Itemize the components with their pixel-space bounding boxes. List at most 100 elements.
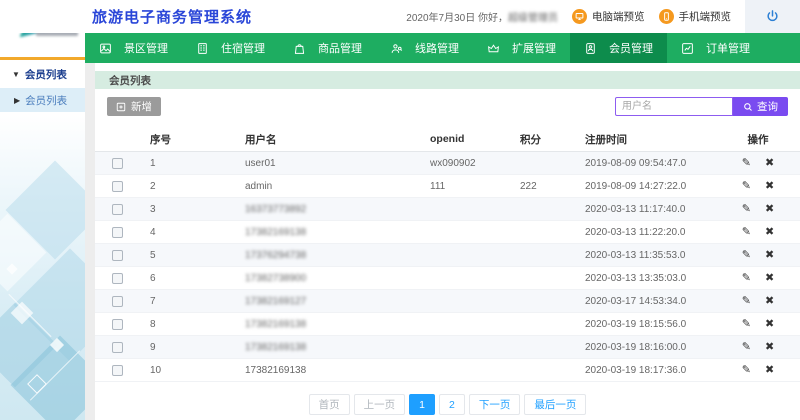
add-button-label: 新增 [131,99,152,114]
pagination: 首页 上一页 1 2 下一页 最后一页 [95,394,800,415]
header-right: 2020年7月30日 你好，超级管理员 电脑端预览 手机端预览 [406,0,800,33]
cell-ops: ✎✖ [730,250,800,261]
cell-no: 4 [140,227,235,238]
table-row: 4173821691382020-03-13 11:22:20.0✎✖ [95,221,800,244]
monitor-icon [572,9,587,24]
cell-username: admin [235,181,420,192]
row-checkbox[interactable] [112,296,123,307]
cell-openid: 111 [420,181,510,192]
cell-ops: ✎✖ [730,342,800,353]
nav-label: 景区管理 [124,40,168,56]
delete-icon[interactable]: ✖ [765,342,774,353]
layout-gap [85,63,95,420]
column-header-points: 积分 [510,132,575,147]
nav-item-lodging[interactable]: 住宿管理 [182,33,279,63]
mobile-preview-label: 手机端预览 [679,9,732,24]
add-button[interactable]: 新增 [107,97,161,116]
row-checkbox[interactable] [112,365,123,376]
logout-button[interactable] [745,0,800,33]
nav-item-extension[interactable]: 扩展管理 [473,33,570,63]
search-button-label: 查询 [757,99,778,114]
nav-item-route[interactable]: 线路管理 [376,33,473,63]
nav-label: 扩展管理 [512,40,556,56]
search-input[interactable] [615,97,733,116]
nav-item-order[interactable]: 订单管理 [667,33,764,63]
sidebar-group-member-list[interactable]: ▼ 会员列表 [0,62,85,86]
pagination-next[interactable]: 下一页 [469,394,521,415]
column-header-no: 序号 [140,132,235,147]
delete-icon[interactable]: ✖ [765,365,774,376]
edit-icon[interactable]: ✎ [742,342,751,353]
cell-no: 9 [140,342,235,353]
edit-icon[interactable]: ✎ [742,319,751,330]
cell-time: 2020-03-19 18:17:36.0 [575,365,730,376]
row-checkbox[interactable] [112,181,123,192]
cell-username: user01 [235,158,420,169]
edit-icon[interactable]: ✎ [742,181,751,192]
nav-item-scenic[interactable]: 景区管理 [85,33,182,63]
table-header: 序号 用户名 openid 积分 注册时间 操作 [95,127,800,152]
header: 旅游电子商务管理系统 2020年7月30日 你好，超级管理员 电脑端预览 手机端… [0,0,800,33]
phone-icon [659,9,674,24]
table-row: 2admin1112222019-08-09 14:27:22.0✎✖ [95,175,800,198]
cell-ops: ✎✖ [730,227,800,238]
delete-icon[interactable]: ✖ [765,181,774,192]
nav-item-member[interactable]: 会员管理 [570,33,667,63]
sidebar-top-line [0,57,85,60]
cell-ops: ✎✖ [730,296,800,307]
pagination-page-1[interactable]: 1 [409,394,435,415]
table-row: 9173821691382020-03-19 18:16:00.0✎✖ [95,336,800,359]
lodging-icon [196,42,209,55]
cell-time: 2020-03-19 18:15:56.0 [575,319,730,330]
edit-icon[interactable]: ✎ [742,273,751,284]
edit-icon[interactable]: ✎ [742,250,751,261]
member-icon [584,42,597,55]
delete-icon[interactable]: ✖ [765,227,774,238]
delete-icon[interactable]: ✖ [765,319,774,330]
pagination-last[interactable]: 最后一页 [524,394,586,415]
cell-username: 17382169138 [235,365,420,376]
row-checkbox[interactable] [112,204,123,215]
row-checkbox[interactable] [112,319,123,330]
row-checkbox[interactable] [112,227,123,238]
sidebar-item-member-list[interactable]: ▶ 会员列表 [0,88,85,112]
edit-icon[interactable]: ✎ [742,296,751,307]
pagination-prev[interactable]: 上一页 [354,394,406,415]
search-icon [743,102,753,112]
nav-item-goods[interactable]: 商品管理 [279,33,376,63]
edit-icon[interactable]: ✎ [742,158,751,169]
edit-icon[interactable]: ✎ [742,204,751,215]
toolbar: 新增 查询 [95,96,800,117]
cell-no: 2 [140,181,235,192]
cell-no: 1 [140,158,235,169]
route-icon [390,42,403,55]
nav-label: 线路管理 [415,40,459,56]
delete-icon[interactable]: ✖ [765,296,774,307]
row-checkbox[interactable] [112,158,123,169]
table-row: 10173821691382020-03-19 18:17:36.0✎✖ [95,359,800,382]
sidebar-decoration [0,115,85,420]
cell-username: 17376294738 [235,250,420,261]
delete-icon[interactable]: ✖ [765,204,774,215]
mobile-preview-button[interactable]: 手机端预览 [659,9,732,24]
cell-time: 2019-08-09 09:54:47.0 [575,158,730,169]
pagination-first[interactable]: 首页 [309,394,350,415]
app-window: ▼ 会员列表 ▶ 会员列表 旅游电子商务管理系统 2020年7月30日 你好，超… [0,0,800,420]
cell-time: 2020-03-13 11:22:20.0 [575,227,730,238]
nav-label: 订单管理 [706,40,750,56]
delete-icon[interactable]: ✖ [765,158,774,169]
search-button[interactable]: 查询 [733,97,788,116]
delete-icon[interactable]: ✖ [765,250,774,261]
table-row: 1user01wx0909022019-08-09 09:54:47.0✎✖ [95,152,800,175]
edit-icon[interactable]: ✎ [742,365,751,376]
table-row: 3163737738922020-03-13 11:17:40.0✎✖ [95,198,800,221]
cell-time: 2019-08-09 14:27:22.0 [575,181,730,192]
pagination-page-2[interactable]: 2 [439,394,465,415]
delete-icon[interactable]: ✖ [765,273,774,284]
breadcrumb: 会员列表 [95,71,800,89]
pc-preview-button[interactable]: 电脑端预览 [572,9,645,24]
row-checkbox[interactable] [112,342,123,353]
row-checkbox[interactable] [112,273,123,284]
row-checkbox[interactable] [112,250,123,261]
edit-icon[interactable]: ✎ [742,227,751,238]
